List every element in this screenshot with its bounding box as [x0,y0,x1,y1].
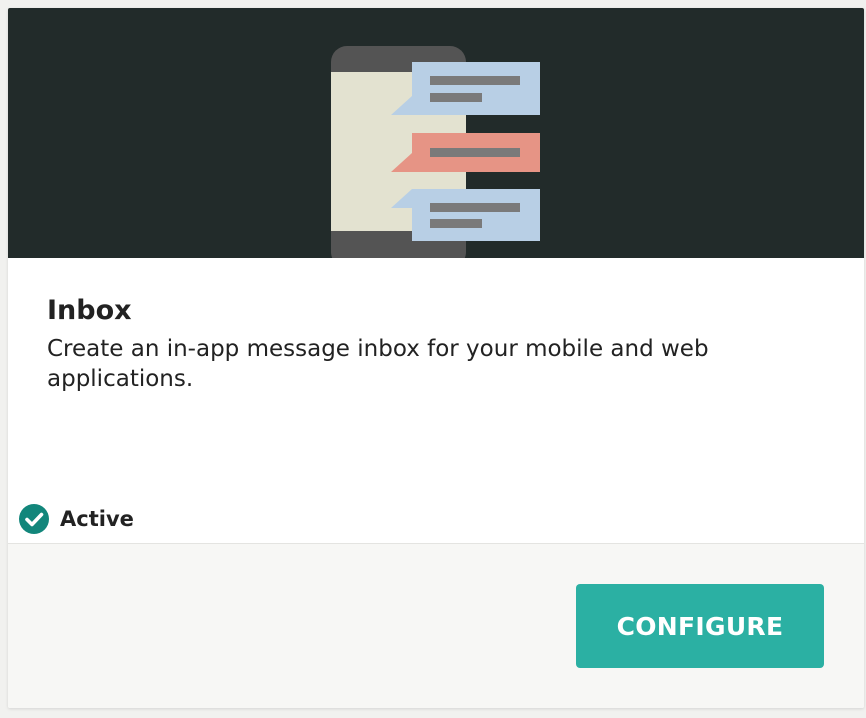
inbox-illustration-icon [331,46,540,258]
card-body: Inbox Create an in-app message inbox for… [8,258,864,543]
status-label: Active [60,507,134,531]
card-footer: CONFIGURE [8,543,864,708]
card-description: Create an in-app message inbox for your … [47,336,709,392]
message-bubble-1 [391,62,540,115]
card-title: Inbox [47,295,132,326]
status-indicator: Active [18,502,134,536]
integration-card: Inbox Create an in-app message inbox for… [8,8,864,708]
configure-button[interactable]: CONFIGURE [576,584,824,668]
check-circle-icon [19,504,49,534]
hero-banner [8,8,864,258]
message-bubble-3 [391,189,540,241]
